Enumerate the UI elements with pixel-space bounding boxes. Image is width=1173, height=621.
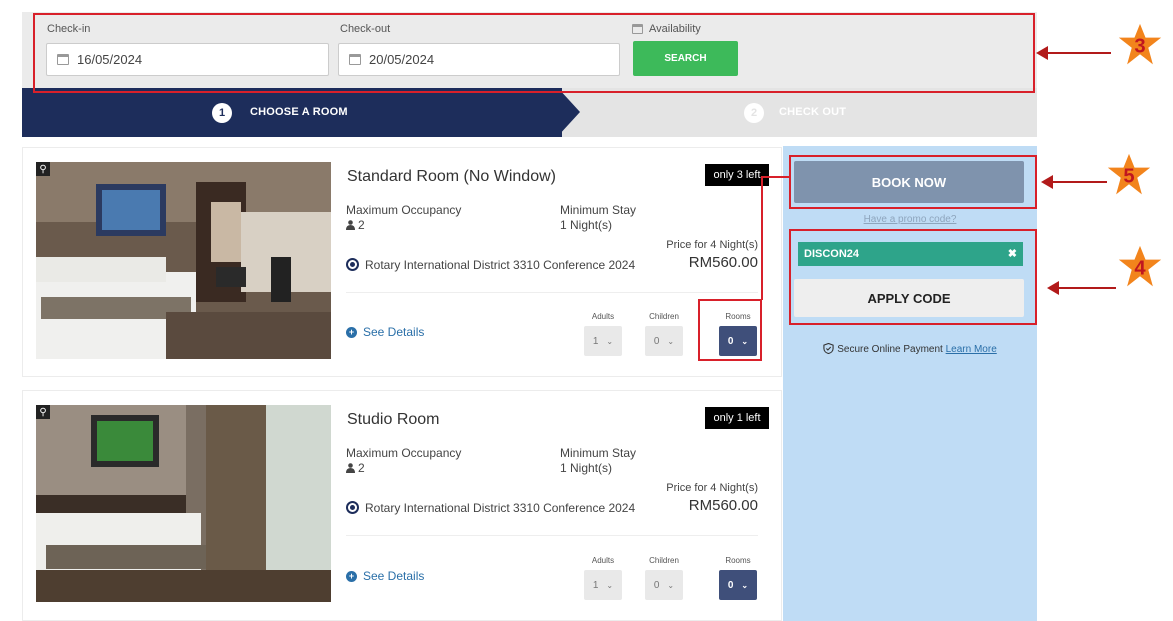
chevron-down-icon: ⌄ [606, 336, 614, 346]
adults-value: 1 [592, 579, 599, 591]
children-select[interactable]: 0 ⌄ [645, 326, 683, 356]
shield-check-icon [823, 342, 834, 355]
highlight-search-box [33, 13, 1035, 93]
room-photo[interactable]: ⚲ [36, 405, 331, 602]
room-photo[interactable]: ⚲ [36, 162, 331, 359]
divider [346, 292, 758, 293]
highlight-promo-code [789, 229, 1037, 325]
chevron-down-icon: ⌄ [741, 580, 749, 590]
occupancy-number: 2 [358, 461, 365, 475]
arrowhead-5 [1041, 175, 1053, 189]
zoom-icon[interactable]: ⚲ [36, 405, 50, 419]
person-icon [346, 463, 355, 473]
min-stay-value: 1 Night(s) [560, 461, 613, 475]
highlight-rooms-select [698, 299, 762, 361]
see-details-link[interactable]: + See Details [346, 325, 424, 339]
min-stay-label: Minimum Stay [560, 203, 637, 217]
chevron-down-icon: ⌄ [606, 580, 614, 590]
chevron-down-icon: ⌄ [667, 336, 675, 346]
max-occupancy-label: Maximum Occupancy [346, 203, 462, 217]
room-photo-image [36, 405, 331, 602]
person-icon [346, 220, 355, 230]
occupancy-value: 2 [346, 461, 365, 475]
callout-5: 5 [1107, 153, 1151, 195]
max-occupancy-label: Maximum Occupancy [346, 446, 462, 460]
occupancy-value: 2 [346, 218, 365, 232]
rate-name: Rotary International District 3310 Confe… [365, 501, 636, 515]
arrow-4 [1058, 287, 1116, 289]
chevron-down-icon: ⌄ [667, 580, 675, 590]
callout-4: 4 [1118, 245, 1162, 287]
secure-payment-note: Secure Online Payment Learn More [783, 342, 1037, 355]
see-details-text: See Details [363, 325, 425, 339]
adults-select[interactable]: 1 ⌄ [584, 326, 622, 356]
availability-badge: only 1 left [705, 407, 769, 429]
step-2-number: 2 [744, 103, 764, 123]
arrow-3 [1046, 52, 1111, 54]
arrowhead-3 [1036, 46, 1048, 60]
plus-circle-icon: + [346, 570, 357, 582]
children-label: Children [649, 312, 679, 321]
rooms-label: Rooms [725, 556, 751, 565]
svg-text:4: 4 [1134, 257, 1146, 279]
svg-text:5: 5 [1123, 165, 1134, 187]
children-select[interactable]: 0 ⌄ [645, 570, 683, 600]
room-name: Studio Room [347, 411, 440, 428]
connector-line [761, 176, 763, 300]
price-label: Price for 4 Night(s) [666, 482, 758, 494]
rate-radio[interactable] [346, 501, 359, 514]
children-value: 0 [653, 579, 660, 591]
learn-more-link[interactable]: Learn More [946, 344, 997, 355]
room-card-standard: ⚲ Standard Room (No Window) only 3 left … [22, 147, 782, 377]
step-1-number: 1 [212, 103, 232, 123]
divider [346, 535, 758, 536]
adults-label: Adults [591, 312, 615, 321]
see-details-text: See Details [363, 569, 425, 583]
min-stay-value: 1 Night(s) [560, 218, 613, 232]
connector-line [761, 176, 791, 178]
occupancy-number: 2 [358, 218, 365, 232]
price-value: RM560.00 [688, 497, 758, 514]
booking-sidebar: BOOK NOW Have a promo code? DISCON24 ✖ A… [783, 146, 1037, 621]
booking-page: Check-in 16/05/2024 Check-out 20/05/2024… [0, 0, 1173, 621]
step-1-label: CHOOSE A ROOM [250, 106, 348, 118]
step-2-label: CHECK OUT [779, 106, 847, 118]
rooms-select[interactable]: 0 ⌄ [719, 570, 757, 600]
children-label: Children [649, 556, 679, 565]
step-arrow [558, 88, 580, 136]
adults-select[interactable]: 1 ⌄ [584, 570, 622, 600]
children-value: 0 [653, 335, 660, 347]
see-details-link[interactable]: + See Details [346, 569, 424, 583]
room-card-studio: ⚲ Studio Room only 1 left Maximum Occupa… [22, 390, 782, 621]
callout-3: 3 [1118, 23, 1162, 65]
adults-label: Adults [591, 556, 615, 565]
booking-steps: 1 CHOOSE A ROOM 2 CHECK OUT [22, 88, 1037, 137]
price-value: RM560.00 [688, 254, 758, 271]
adults-value: 1 [592, 335, 599, 347]
rooms-value: 0 [727, 579, 734, 591]
secure-text: Secure Online Payment [837, 344, 943, 355]
promo-code-link[interactable]: Have a promo code? [783, 214, 1037, 225]
price-label: Price for 4 Night(s) [666, 239, 758, 251]
plus-circle-icon: + [346, 326, 357, 338]
svg-text:3: 3 [1134, 35, 1145, 57]
min-stay-label: Minimum Stay [560, 446, 637, 460]
rate-name: Rotary International District 3310 Confe… [365, 258, 636, 272]
arrow-5 [1052, 181, 1107, 183]
room-photo-image [36, 162, 331, 359]
arrowhead-4 [1047, 281, 1059, 295]
rate-radio[interactable] [346, 258, 359, 271]
highlight-book-now [789, 155, 1037, 209]
zoom-icon[interactable]: ⚲ [36, 162, 50, 176]
room-name: Standard Room (No Window) [347, 168, 556, 185]
availability-badge: only 3 left [705, 164, 769, 186]
